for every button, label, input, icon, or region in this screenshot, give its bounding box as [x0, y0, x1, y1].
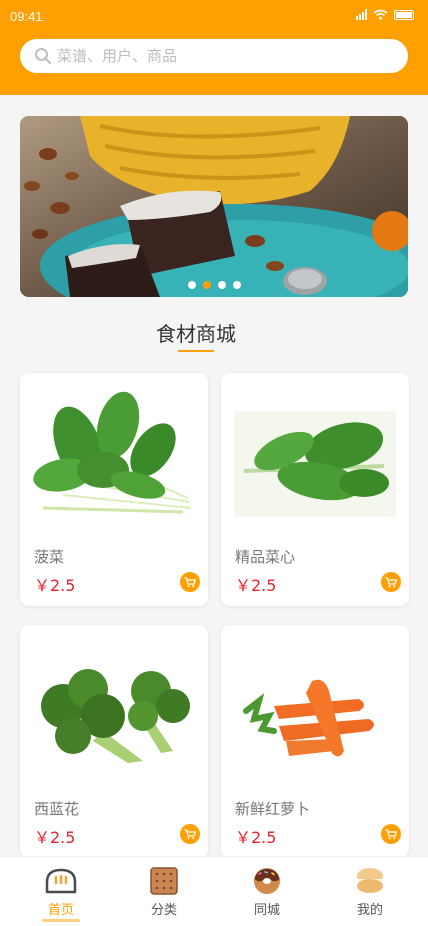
tab-label: 首页 [47, 903, 74, 918]
product-card[interactable]: 西蓝花 ￥2.5 [20, 625, 208, 858]
carousel-dot[interactable] [217, 281, 226, 289]
product-card[interactable]: 新鲜红萝卜 ￥2.5 [221, 625, 409, 858]
cart-icon [385, 828, 397, 839]
product-name: 精品菜心 [235, 548, 296, 566]
cart-icon [184, 576, 196, 587]
product-card[interactable]: 精品菜心 ￥2.5 [221, 373, 409, 606]
product-image-spinach [33, 390, 195, 514]
search-placeholder: 菜谱、用户、商品 [57, 47, 178, 65]
product-name: 新鲜红萝卜 [235, 800, 311, 818]
tab-local[interactable]: 同城 [227, 867, 307, 918]
banner-carousel[interactable] [20, 116, 408, 297]
tab-category[interactable]: 分类 [124, 867, 204, 918]
cart-icon [184, 828, 196, 839]
tab-mine[interactable]: 我的 [330, 867, 410, 918]
product-image-choy-sum [234, 411, 396, 517]
product-name: 西蓝花 [34, 800, 80, 818]
product-price: ￥2.5 [235, 576, 277, 595]
search-input[interactable]: 菜谱、用户、商品 [20, 39, 408, 73]
donut-icon [254, 868, 280, 894]
header: 09:41 菜谱、用户、商品 [0, 0, 428, 95]
search-icon [35, 48, 51, 64]
product-card[interactable]: 菠菜 ￥2.5 [20, 373, 208, 606]
status-time: 09:41 [10, 9, 43, 24]
status-icons [356, 9, 414, 20]
wifi-icon [373, 9, 388, 20]
bottom-tab-bar: 首页 分类 同城 我的 [0, 856, 428, 926]
bread-icon [45, 868, 77, 894]
battery-icon [394, 9, 414, 20]
carousel-dot[interactable] [187, 281, 196, 289]
tab-home[interactable]: 首页 [21, 867, 101, 922]
product-name: 菠菜 [34, 548, 65, 566]
carousel-dot-active[interactable] [202, 281, 211, 289]
product-image-broccoli [33, 661, 195, 767]
section-title-underline [178, 350, 214, 352]
product-price: ￥2.5 [34, 828, 76, 847]
signal-icon [356, 9, 367, 20]
tab-label: 同城 [253, 903, 280, 918]
macaron-icon [357, 868, 383, 893]
add-to-cart-button[interactable] [381, 572, 401, 592]
cart-icon [385, 576, 397, 587]
add-to-cart-button[interactable] [180, 572, 200, 592]
carousel-dots [20, 281, 408, 289]
product-price: ￥2.5 [235, 828, 277, 847]
tab-active-indicator [42, 919, 80, 922]
add-to-cart-button[interactable] [381, 824, 401, 844]
tab-label: 我的 [356, 903, 383, 918]
add-to-cart-button[interactable] [180, 824, 200, 844]
carousel-dot[interactable] [232, 281, 241, 289]
biscuit-icon [150, 867, 178, 895]
tab-label: 分类 [150, 903, 177, 918]
product-price: ￥2.5 [34, 576, 76, 595]
product-image-carrot [234, 661, 396, 767]
banner-image [20, 116, 408, 297]
status-bar: 09:41 [0, 0, 428, 34]
section-title: 食材商城 [156, 322, 236, 346]
